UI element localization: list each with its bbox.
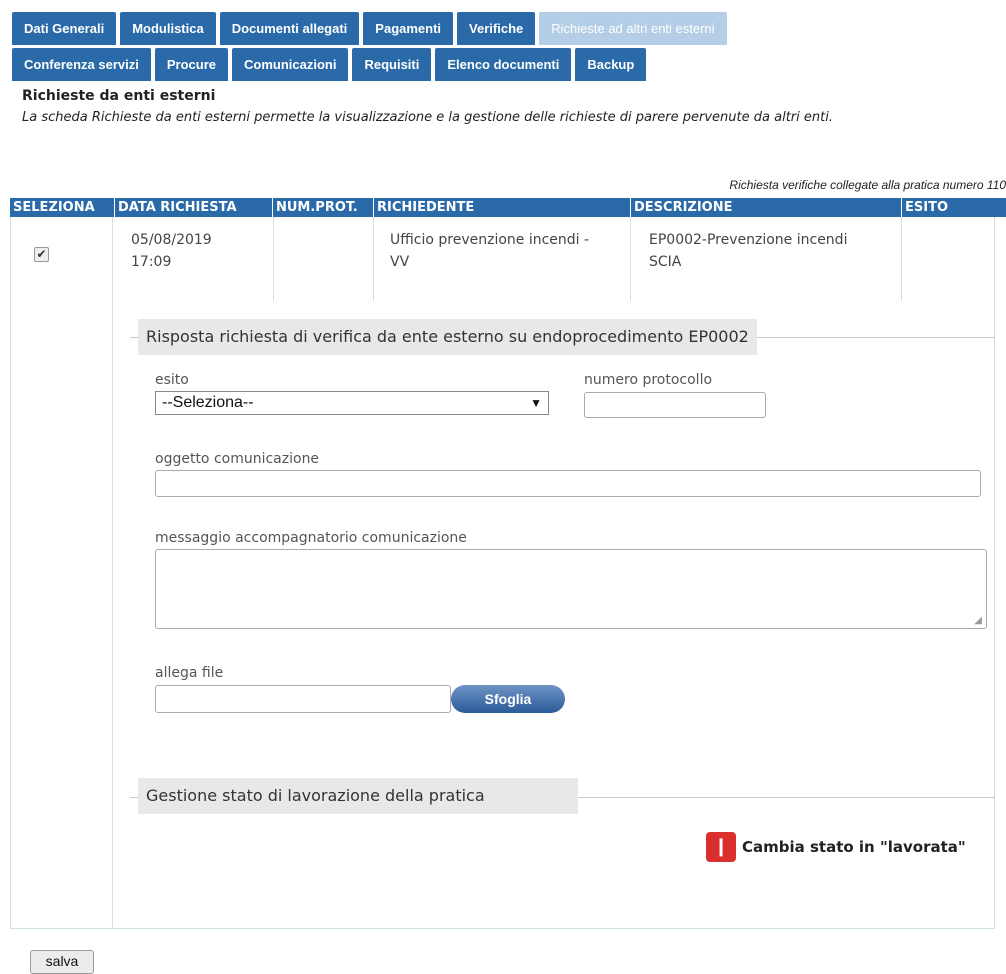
column-divider: [630, 217, 631, 301]
tab-richieste-enti-esterni[interactable]: Richieste ad altri enti esterni: [539, 12, 727, 45]
column-divider: [901, 217, 902, 301]
section-title: Richieste da enti esterni: [22, 88, 216, 104]
status-change-icon: ❙: [706, 832, 736, 862]
esito-label: esito: [155, 372, 189, 388]
esito-select[interactable]: --Seleziona-- ▼: [155, 391, 549, 415]
subject-label: oggetto comunicazione: [155, 451, 320, 467]
attach-label: allega file: [155, 665, 224, 681]
tab-backup[interactable]: Backup: [575, 48, 647, 81]
tab-conferenza-servizi[interactable]: Conferenza servizi: [12, 48, 151, 81]
col-seleziona[interactable]: SELEZIONA: [10, 198, 114, 217]
protocol-input[interactable]: [584, 392, 766, 418]
table-header: SELEZIONA DATA RICHIESTA NUM.PROT. RICHI…: [10, 198, 1006, 217]
resize-handle-icon[interactable]: ◢: [974, 615, 982, 626]
form-legend: Risposta richiesta di verifica da ente e…: [138, 319, 757, 355]
message-textarea[interactable]: ◢: [155, 549, 987, 629]
column-divider: [112, 217, 113, 929]
col-richiedente[interactable]: RICHIEDENTE: [373, 198, 630, 217]
file-input[interactable]: [155, 685, 451, 713]
tab-modulistica[interactable]: Modulistica: [120, 12, 216, 45]
browse-button[interactable]: Sfoglia: [451, 685, 565, 713]
tab-procure[interactable]: Procure: [154, 48, 229, 81]
col-esito[interactable]: ESITO: [901, 198, 1006, 217]
message-label: messaggio accompagnatorio comunicazione: [155, 530, 467, 546]
subject-input[interactable]: [155, 470, 981, 497]
tab-verifiche[interactable]: Verifiche: [457, 12, 536, 45]
cell-requester: Ufficio prevenzione incendi -: [390, 232, 590, 248]
save-button[interactable]: salva: [30, 950, 94, 974]
status-legend: Gestione stato di lavorazione della prat…: [138, 778, 578, 814]
tab-pagamenti[interactable]: Pagamenti: [363, 12, 454, 45]
tab-dati-generali[interactable]: Dati Generali: [12, 12, 117, 45]
row-select-checkbox[interactable]: ✔: [34, 247, 49, 262]
tabs-row-1: Dati Generali Modulistica Documenti alle…: [12, 12, 727, 45]
esito-selected-value: --Seleziona--: [162, 394, 254, 411]
tabs-row-2: Conferenza servizi Procure Comunicazioni…: [12, 48, 647, 81]
col-num-prot[interactable]: NUM.PROT.: [272, 198, 373, 217]
column-divider: [273, 217, 274, 301]
tab-comunicazioni[interactable]: Comunicazioni: [232, 48, 349, 81]
cell-date: 05/08/2019: [131, 232, 212, 248]
col-data-richiesta[interactable]: DATA RICHIESTA: [114, 198, 272, 217]
section-description: La scheda Richieste da enti esterni perm…: [22, 110, 833, 125]
tab-requisiti[interactable]: Requisiti: [352, 48, 432, 81]
cell-description-2: SCIA: [649, 254, 682, 270]
cell-time: 17:09: [131, 254, 172, 270]
change-status-label: Cambia stato in "lavorata": [742, 838, 966, 856]
dropdown-arrow-icon: ▼: [530, 396, 542, 410]
tab-elenco-documenti[interactable]: Elenco documenti: [435, 48, 572, 81]
protocol-label: numero protocollo: [584, 372, 713, 388]
col-descrizione[interactable]: DESCRIZIONE: [630, 198, 901, 217]
cell-requester-2: VV: [390, 254, 410, 270]
table-caption: Richiesta verifiche collegate alla prati…: [729, 178, 1006, 192]
column-divider: [373, 217, 374, 301]
cell-description: EP0002-Prevenzione incendi: [649, 232, 848, 248]
tab-documenti-allegati[interactable]: Documenti allegati: [219, 12, 360, 45]
change-status-button[interactable]: ❙ Cambia stato in "lavorata": [706, 832, 966, 862]
